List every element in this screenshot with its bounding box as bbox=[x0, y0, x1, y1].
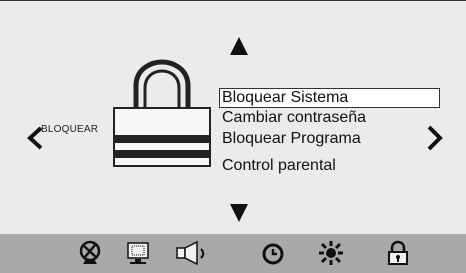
down-arrow-icon[interactable] bbox=[229, 203, 249, 223]
settings-sun-icon[interactable] bbox=[318, 240, 344, 266]
chevron-right-icon[interactable] bbox=[426, 124, 444, 152]
menu-item-bloquear-sistema[interactable]: Bloquear Sistema bbox=[219, 88, 440, 108]
menu-item-bloquear-programa[interactable]: Bloquear Programa bbox=[220, 130, 361, 148]
top-border bbox=[0, 0, 466, 1]
section-label: BLOQUEAR bbox=[41, 124, 99, 135]
menu-item-control-parental[interactable]: Control parental bbox=[220, 157, 336, 175]
menu-item-cambiar-contrasena[interactable]: Cambiar contraseña bbox=[220, 109, 366, 127]
clock-icon[interactable] bbox=[260, 240, 286, 266]
lock-menu-screen: BLOQUEAR Bloquear Sistema Cambiar contra… bbox=[0, 0, 466, 273]
padlock-icon[interactable] bbox=[385, 240, 411, 266]
padlock-graphic-icon bbox=[113, 59, 211, 167]
up-arrow-icon[interactable] bbox=[229, 36, 249, 56]
bottom-toolbar bbox=[0, 234, 466, 273]
monitor-icon[interactable] bbox=[125, 240, 151, 266]
satellite-dish-icon[interactable] bbox=[77, 240, 103, 266]
speaker-icon[interactable] bbox=[175, 240, 209, 266]
